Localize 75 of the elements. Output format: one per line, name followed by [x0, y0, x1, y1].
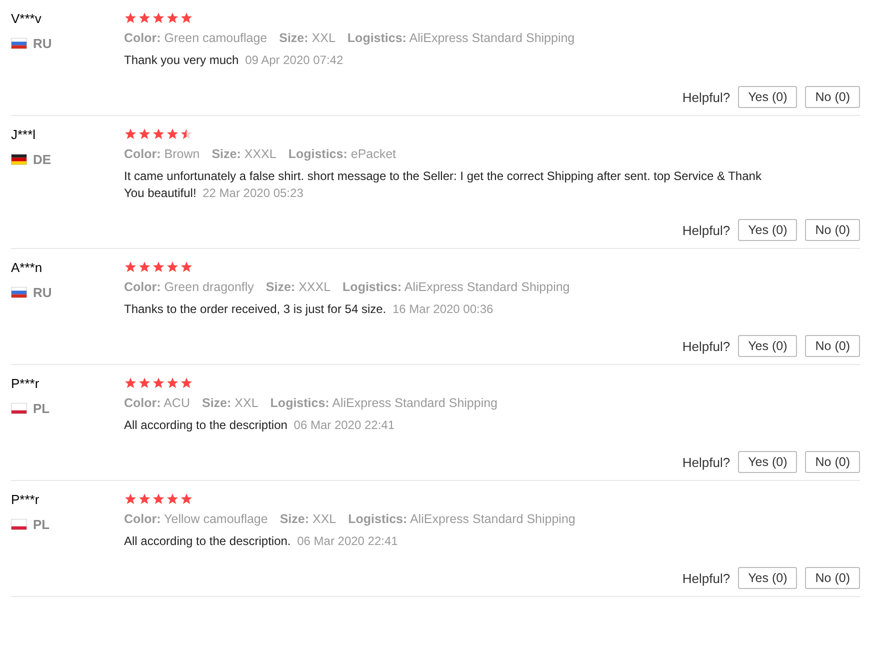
order-attribute: Color: Brown: [124, 147, 200, 161]
order-attribute: Color: Green dragonfly: [124, 280, 254, 294]
star-icon: [152, 128, 165, 140]
star-icon: [166, 12, 179, 24]
order-attribute: Logistics: AliExpress Standard Shipping: [342, 280, 570, 294]
review-text: Thank you very much 09 Apr 2020 07:42: [124, 52, 344, 69]
no-vote-button[interactable]: No (0): [805, 86, 860, 108]
order-attribute: Logistics: AliExpress Standard Shipping: [347, 31, 575, 45]
order-attribute: Size: XXL: [280, 512, 336, 526]
star-icon: [124, 377, 137, 389]
no-vote-button[interactable]: No (0): [805, 567, 860, 589]
helpful-label: Helpful?: [682, 454, 730, 470]
order-attribute: Size: XXXL: [212, 147, 276, 161]
review-text: It came unfortunately a false shirt. short message to the Seller: I get the correct Shipping after sent. top Service & Thank You beautiful! 22 Mar 2020 05:23: [124, 168, 762, 202]
star-icon: [180, 128, 193, 140]
star-icon: [166, 261, 179, 273]
country-code: RU: [33, 285, 52, 300]
star-icon: [166, 493, 179, 505]
star-icon: [180, 12, 193, 24]
review-text: Thanks to the order received, 3 is just for 54 size. 16 Mar 2020 00:36: [124, 301, 494, 318]
helpful-label: Helpful?: [682, 90, 730, 104]
star-icon: [152, 12, 165, 24]
yes-vote-button[interactable]: Yes (0): [738, 451, 798, 473]
reviewer-name: A***n: [11, 260, 44, 275]
star-icon: [124, 128, 137, 140]
no-vote-button[interactable]: No (0): [805, 335, 860, 357]
order-attribute: Size: XXL: [202, 396, 258, 410]
flag-icon: [11, 403, 27, 414]
reviewer-name: V***v: [11, 11, 42, 26]
star-icon: [138, 493, 151, 505]
star-icon: [138, 261, 151, 273]
country-code: PL: [33, 401, 50, 416]
flag-icon: [11, 519, 27, 530]
star-icon: [138, 12, 151, 24]
star-icon: [166, 377, 179, 389]
star-icon: [138, 377, 151, 389]
flag-icon: [11, 287, 27, 298]
review-text: All according to the description 06 Mar 2020 22:41: [124, 417, 395, 434]
country-code: DE: [33, 152, 52, 167]
star-icon: [180, 261, 193, 273]
order-attribute: Logistics: AliExpress Standard Shipping: [270, 396, 498, 410]
country-code: PL: [33, 517, 50, 532]
star-icon: [166, 128, 179, 140]
no-vote-button[interactable]: No (0): [805, 451, 860, 473]
no-vote-button[interactable]: No (0): [805, 219, 860, 241]
star-icon: [180, 493, 193, 505]
star-icon: [152, 377, 165, 389]
order-attribute: Logistics: ePacket: [288, 147, 396, 161]
star-icon: [138, 128, 151, 140]
star-icon: [152, 261, 165, 273]
yes-vote-button[interactable]: Yes (0): [738, 567, 798, 589]
order-attribute: Color: Green camouflage: [124, 31, 268, 45]
order-attribute: Color: ACU: [124, 396, 190, 410]
star-icon: [124, 493, 137, 505]
reviewer-name: P***r: [11, 376, 40, 391]
reviewer-name: P***r: [11, 492, 40, 507]
yes-vote-button[interactable]: Yes (0): [738, 219, 798, 241]
flag-icon: [11, 38, 27, 49]
helpful-label: Helpful?: [682, 222, 730, 238]
country-code: RU: [33, 36, 52, 51]
order-attribute: Size: XXXL: [266, 280, 331, 294]
star-icon: [180, 377, 193, 389]
yes-vote-button[interactable]: Yes (0): [738, 335, 798, 357]
flag-icon: [11, 154, 27, 165]
reviewer-name: J***l: [11, 127, 37, 142]
order-attribute: Logistics: AliExpress Standard Shipping: [348, 512, 576, 526]
helpful-label: Helpful?: [682, 338, 730, 354]
star-icon: [124, 12, 137, 24]
star-icon: [152, 493, 165, 505]
order-attribute: Color: Yellow camouflage: [124, 512, 268, 526]
helpful-label: Helpful?: [682, 570, 730, 586]
yes-vote-button[interactable]: Yes (0): [738, 86, 798, 108]
star-icon: [124, 261, 137, 273]
review-text: All according to the description. 06 Mar 2020 22:41: [124, 533, 398, 550]
order-attribute: Size: XXL: [279, 31, 336, 45]
